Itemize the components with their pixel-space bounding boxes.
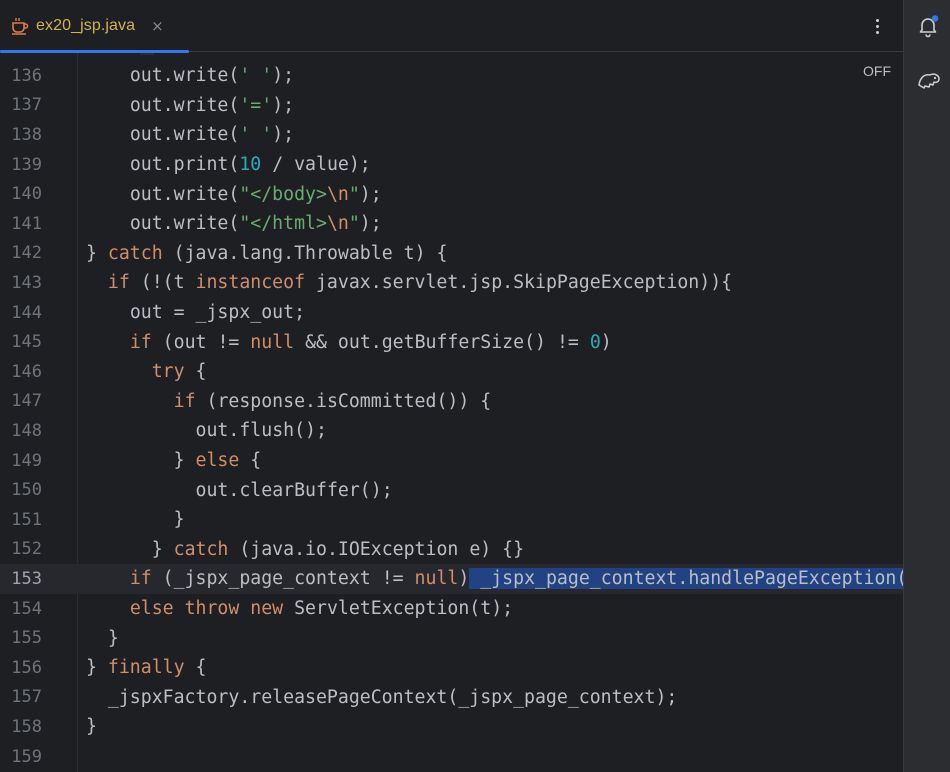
line-number[interactable]: 149 — [0, 451, 42, 471]
code-text[interactable]: } — [86, 712, 97, 741]
code-editor[interactable]: OFF 136 out.write(' '); 137 out.write('='… — [0, 53, 903, 772]
code-line[interactable]: 148 out.flush(); — [0, 416, 903, 446]
code-line[interactable]: 157 _jspxFactory.releasePageContext(_jsp… — [0, 683, 903, 713]
ide-window: ex20_jsp.java × OFF 136 out.write(' '); 1… — [0, 0, 950, 772]
line-number[interactable]: 141 — [0, 214, 42, 234]
code-line[interactable]: 155 } — [0, 623, 903, 653]
line-number[interactable]: 139 — [0, 155, 42, 175]
code-text[interactable]: else throw new ServletException(t); — [86, 594, 513, 623]
line-number[interactable]: 153 — [0, 569, 42, 589]
code-text[interactable]: } — [86, 624, 119, 653]
code-text[interactable]: out.write('='); — [86, 91, 294, 120]
line-number[interactable]: 145 — [0, 332, 42, 352]
code-line[interactable]: 145 if (out != null && out.getBufferSize… — [0, 327, 903, 357]
code-text[interactable]: out.write("</body>\n"); — [86, 180, 382, 209]
code-text[interactable]: if (!(t instanceof javax.servlet.jsp.Ski… — [86, 268, 732, 297]
line-number[interactable]: 148 — [0, 421, 42, 441]
code-line[interactable]: 139 out.print(10 / value); — [0, 150, 903, 180]
line-number[interactable]: 157 — [0, 687, 42, 707]
code-line[interactable]: 143 if (!(t instanceof javax.servlet.jsp… — [0, 268, 903, 298]
line-number[interactable]: 138 — [0, 125, 42, 145]
code-text[interactable]: } catch (java.lang.Throwable t) { — [86, 239, 447, 268]
code-text[interactable]: out.write("</html>\n"); — [86, 209, 382, 238]
line-number[interactable]: 144 — [0, 303, 42, 323]
code-line[interactable]: 141 out.write("</html>\n"); — [0, 209, 903, 239]
code-line[interactable]: 149 } else { — [0, 446, 903, 476]
line-number[interactable]: 156 — [0, 658, 42, 678]
line-number[interactable]: 158 — [0, 717, 42, 737]
code-line[interactable]: 159 — [0, 742, 903, 772]
line-number[interactable]: 159 — [0, 747, 42, 767]
line-number[interactable]: 143 — [0, 273, 42, 293]
code-line[interactable]: 156 } finally { — [0, 653, 903, 683]
code-line[interactable]: 140 out.write("</body>\n"); — [0, 179, 903, 209]
code-line[interactable]: 146 try { — [0, 357, 903, 387]
bell-icon[interactable] — [916, 14, 940, 38]
code-text[interactable]: out.write(' '); — [86, 120, 294, 149]
code-text[interactable]: } else { — [86, 446, 262, 475]
code-text[interactable]: if (response.isCommitted()) { — [86, 387, 492, 416]
line-number[interactable]: 146 — [0, 362, 42, 382]
code-text[interactable]: } — [86, 505, 185, 534]
code-text[interactable]: out.print(10 / value); — [86, 150, 371, 179]
code-line[interactable]: 158} — [0, 712, 903, 742]
code-text[interactable]: out.clearBuffer(); — [86, 476, 393, 505]
code-line[interactable]: 138 out.write(' '); — [0, 120, 903, 150]
code-text[interactable]: try { — [86, 357, 207, 386]
line-number[interactable]: 137 — [0, 95, 42, 115]
code-line[interactable]: 147 if (response.isCommitted()) { — [0, 387, 903, 417]
line-number[interactable]: 136 — [0, 66, 42, 86]
line-number[interactable]: 151 — [0, 510, 42, 530]
code-text[interactable]: out.flush(); — [86, 416, 327, 445]
file-tab[interactable]: ex20_jsp.java × — [0, 0, 189, 53]
code-text[interactable]: if (out != null && out.getBufferSize() !… — [86, 328, 612, 357]
ai-assistant-icon[interactable] — [916, 68, 940, 92]
code-text[interactable]: } catch (java.io.IOException e) {} — [86, 535, 524, 564]
code-text[interactable]: if (_jspx_page_context != null) _jspx_pa… — [86, 564, 903, 593]
code-text[interactable]: out.write(' '); — [86, 61, 294, 90]
code-line[interactable]: 144 out = _jspx_out; — [0, 298, 903, 328]
line-number[interactable]: 150 — [0, 480, 42, 500]
code-line[interactable]: 150 out.clearBuffer(); — [0, 475, 903, 505]
line-number[interactable]: 142 — [0, 243, 42, 263]
editor-tab-bar: ex20_jsp.java × — [0, 0, 903, 53]
text-selection[interactable]: _jspx_page_context.handlePageException(t… — [469, 568, 903, 590]
close-tab-icon[interactable]: × — [151, 17, 164, 35]
line-number[interactable]: 152 — [0, 539, 42, 559]
more-options-icon[interactable] — [866, 14, 888, 38]
code-line[interactable]: 142 } catch (java.lang.Throwable t) { — [0, 239, 903, 269]
line-number[interactable]: 140 — [0, 184, 42, 204]
line-number[interactable]: 154 — [0, 599, 42, 619]
code-line[interactable]: 151 } — [0, 505, 903, 535]
coffee-cup-icon — [10, 16, 30, 36]
code-text[interactable]: } finally { — [86, 653, 206, 682]
code-line[interactable]: 153 if (_jspx_page_context != null) _jsp… — [0, 564, 903, 594]
code-line[interactable]: 152 } catch (java.io.IOException e) {} — [0, 535, 903, 565]
line-number[interactable]: 147 — [0, 391, 42, 411]
code-line[interactable]: 154 else throw new ServletException(t); — [0, 594, 903, 624]
file-tab-label: ex20_jsp.java — [36, 17, 136, 34]
code-text[interactable]: _jspxFactory.releasePageContext(_jspx_pa… — [86, 683, 677, 712]
code-line[interactable]: 136 out.write(' '); — [0, 61, 903, 91]
line-number[interactable]: 155 — [0, 628, 42, 648]
code-text[interactable]: out = _jspx_out; — [86, 298, 305, 327]
right-tool-strip — [903, 0, 950, 772]
code-line[interactable]: 137 out.write('='); — [0, 91, 903, 121]
